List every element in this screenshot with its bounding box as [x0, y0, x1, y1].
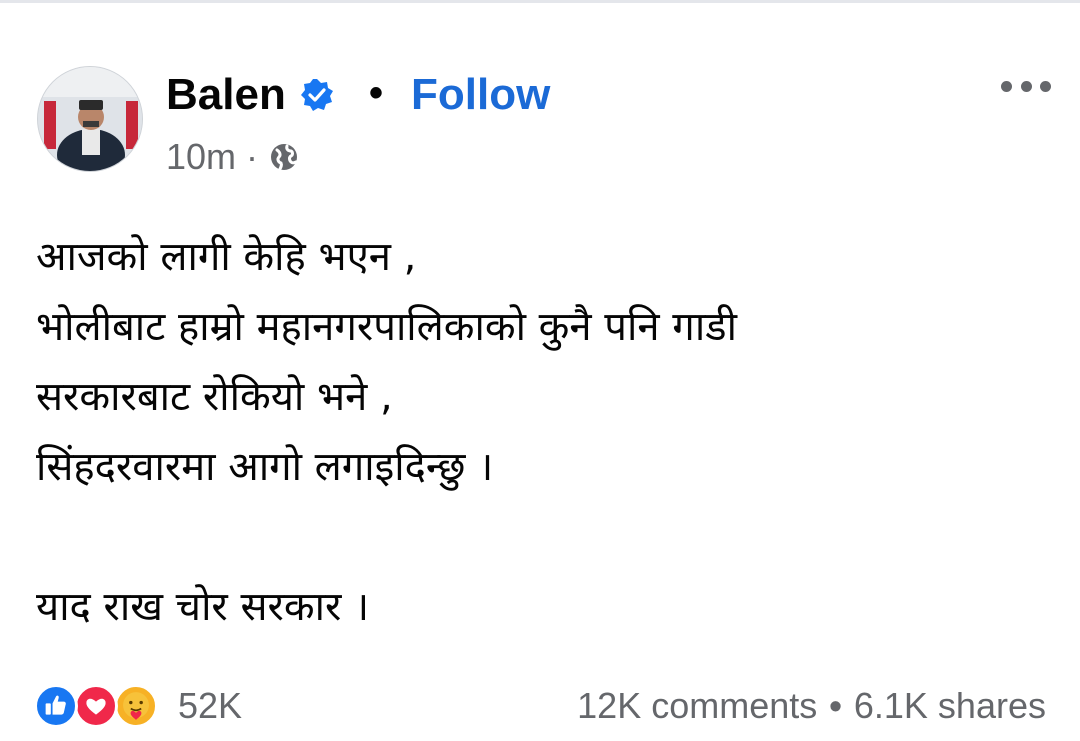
post-text-line: सरकारबाट रोकियो भने ,	[36, 374, 393, 420]
avatar-photo	[38, 67, 142, 171]
more-options-icon[interactable]	[1001, 74, 1051, 98]
love-icon	[74, 684, 118, 728]
reaction-icons	[34, 682, 166, 730]
reactions-summary[interactable]: 52K	[34, 682, 242, 730]
avatar[interactable]	[37, 66, 143, 172]
post-card: Balen • Follow 10m · आजको लागी केहि भएन …	[0, 0, 1080, 741]
comments-count-link[interactable]: 12K comments	[577, 685, 817, 727]
post-time[interactable]: 10m	[166, 136, 236, 178]
shares-count-link[interactable]: 6.1K shares	[854, 685, 1046, 727]
verified-badge-icon	[300, 79, 333, 111]
post-body: आजको लागी केहि भएन , भोलीबाट हाम्रो महान…	[36, 222, 1046, 642]
meta-separator: ·	[246, 136, 259, 177]
top-divider	[0, 0, 1080, 3]
like-icon	[34, 684, 78, 728]
post-meta: 10m ·	[166, 136, 300, 178]
more-dot	[1040, 80, 1051, 92]
post-footer: 52K 12K comments • 6.1K shares	[34, 678, 1046, 734]
post-text-blank-line	[36, 502, 1046, 572]
reaction-count: 52K	[178, 685, 243, 726]
post-text-line: आजको लागी केहि भएन ,	[36, 234, 417, 280]
care-icon	[114, 684, 158, 728]
name-follow-separator: •	[369, 71, 384, 115]
stats-separator: •	[829, 685, 842, 726]
post-stats: 12K comments • 6.1K shares	[577, 685, 1046, 727]
author-name-label: Balen	[166, 70, 286, 119]
more-dot	[1020, 80, 1032, 92]
globe-icon[interactable]	[268, 141, 300, 173]
post-text-line: याद राख चोर सरकार ।	[36, 584, 370, 630]
follow-button[interactable]: Follow	[411, 70, 550, 120]
post-text-line: भोलीबाट हाम्रो महानगरपालिकाको कुनै पनि ग…	[36, 304, 737, 350]
more-dot	[1001, 80, 1012, 92]
post-text-line: सिंहदरवारमा आगो लगाइदिन्छु ।	[36, 444, 494, 490]
author-name[interactable]: Balen	[166, 70, 334, 120]
